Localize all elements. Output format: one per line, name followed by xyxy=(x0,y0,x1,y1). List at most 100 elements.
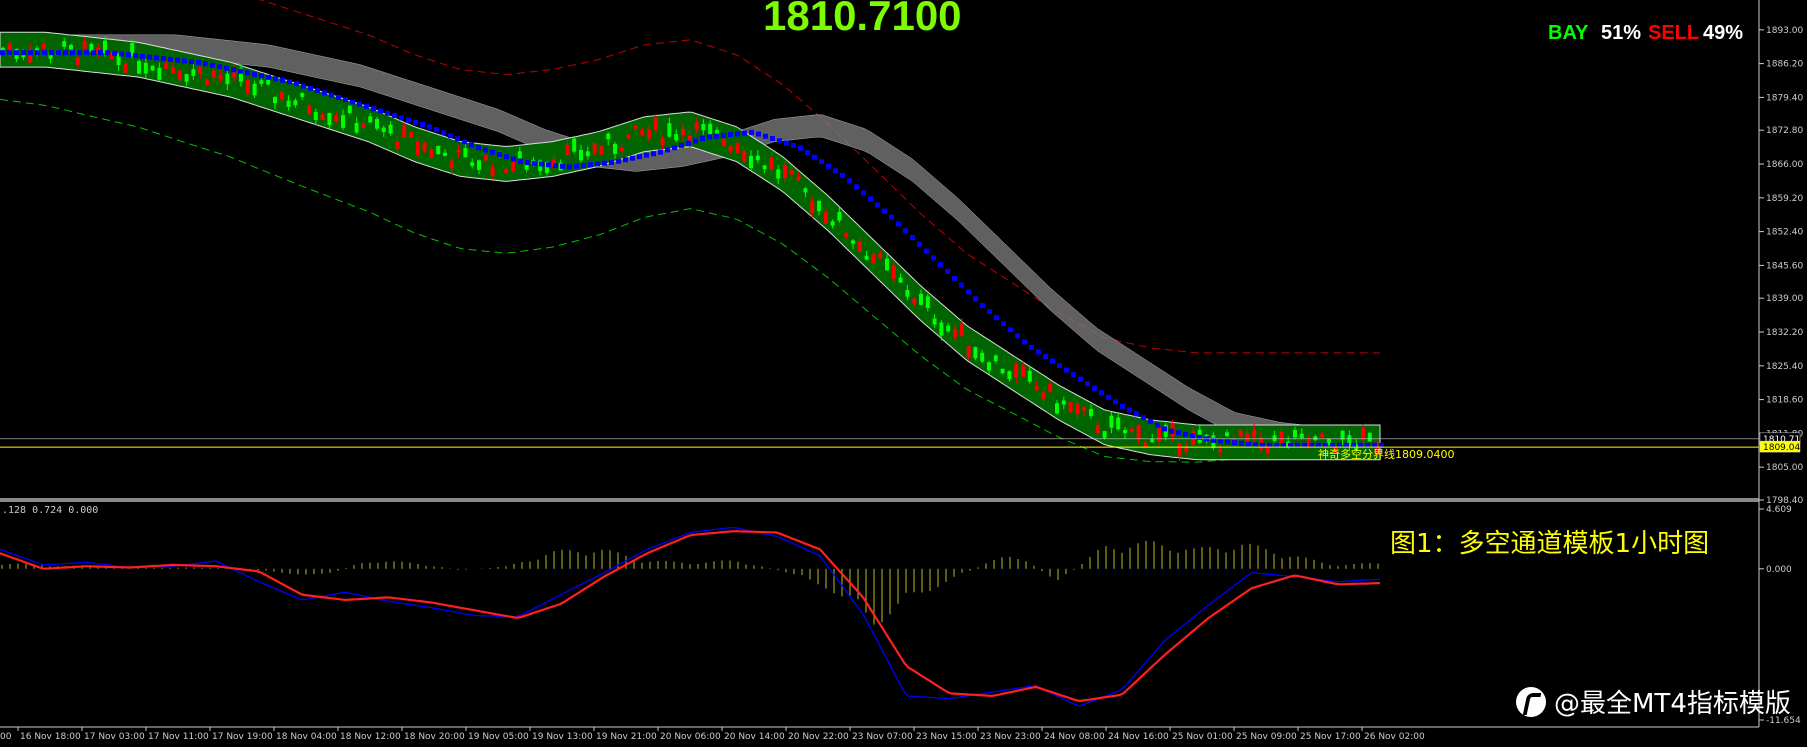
candle-body xyxy=(415,141,420,156)
trend-step-marker xyxy=(560,163,565,169)
trend-step-marker xyxy=(154,55,159,61)
trend-step-marker xyxy=(1148,418,1153,424)
trend-step-marker xyxy=(112,50,117,56)
trend-step-marker xyxy=(623,157,628,163)
trend-step-marker xyxy=(1071,372,1076,378)
trend-step-marker xyxy=(637,154,642,160)
trend-step-marker xyxy=(798,145,803,151)
trend-step-marker xyxy=(231,67,236,73)
candle-body xyxy=(150,65,155,71)
current-price-readout: 1810.7100 xyxy=(763,0,962,39)
trend-step-marker xyxy=(511,156,516,162)
trend-step-marker xyxy=(735,131,740,137)
candle-body xyxy=(62,41,67,47)
trend-step-marker xyxy=(413,119,418,125)
candle-body xyxy=(375,119,379,129)
trend-step-marker xyxy=(406,117,411,123)
candle-body xyxy=(905,290,910,297)
candle-body xyxy=(823,212,828,225)
candle-body xyxy=(381,127,386,133)
trend-step-marker xyxy=(1085,381,1090,387)
candle-body xyxy=(313,112,318,120)
candle-body xyxy=(327,112,332,126)
trend-step-marker xyxy=(567,164,572,170)
candle-body xyxy=(198,66,203,74)
candle-body xyxy=(184,74,189,82)
trend-step-marker xyxy=(532,160,537,166)
candle-body xyxy=(409,132,413,138)
candle-body xyxy=(844,232,849,238)
trend-step-marker xyxy=(756,131,761,137)
candle-body xyxy=(1048,384,1053,392)
trend-step-marker xyxy=(315,88,320,94)
candle-body xyxy=(1293,430,1297,438)
trend-step-marker xyxy=(609,159,614,165)
trend-step-marker xyxy=(504,154,509,160)
divider-line-label: 神奇多空分界线1809.0400 xyxy=(1318,448,1455,461)
candle-body xyxy=(817,200,821,212)
trend-step-marker xyxy=(266,74,271,80)
candle-body xyxy=(341,115,345,128)
candle-body xyxy=(647,129,651,139)
watermark-text: @最全MT4指标模版 xyxy=(1554,689,1791,719)
candle-body xyxy=(667,123,672,137)
trend-step-marker xyxy=(1246,441,1251,447)
candle-body xyxy=(919,293,923,305)
time-tick-label: 16 Nov 18:00 xyxy=(20,732,81,742)
red-signal-line xyxy=(0,530,1381,703)
trend-step-marker xyxy=(980,303,985,309)
trend-step-marker xyxy=(1022,339,1027,345)
candle-body xyxy=(851,240,855,244)
trend-step-marker xyxy=(777,138,782,144)
trend-step-marker xyxy=(889,214,894,220)
candle-body xyxy=(626,134,631,138)
trend-step-marker xyxy=(658,149,663,155)
candle-body xyxy=(987,362,991,371)
candle-body xyxy=(1014,363,1019,378)
candle-body xyxy=(674,134,679,141)
trend-step-marker xyxy=(1008,327,1013,333)
trend-step-marker xyxy=(469,142,474,148)
candle-body xyxy=(245,79,250,94)
candle-body xyxy=(361,123,366,128)
trend-step-marker xyxy=(1064,367,1069,373)
price-tick-label: 1879.40 xyxy=(1766,93,1803,103)
candle-body xyxy=(1150,439,1155,443)
trend-step-marker xyxy=(1127,407,1132,413)
candle-body xyxy=(755,155,760,161)
candle-body xyxy=(633,125,638,129)
trend-step-marker xyxy=(287,79,292,85)
candle-body xyxy=(177,70,182,81)
candle-body xyxy=(749,155,753,168)
candle-body xyxy=(993,355,998,362)
price-tick-label: 1825.40 xyxy=(1766,362,1803,372)
price-chart-svg[interactable]: 1893.00 1886.20 1879.40 1872.80 1866.00 1859.… xyxy=(0,0,1807,747)
time-tick-label: 18 Nov 12:00 xyxy=(340,732,401,742)
candle-body xyxy=(41,43,46,49)
candle-body xyxy=(1129,428,1134,432)
trend-step-marker xyxy=(826,163,831,169)
trend-step-marker xyxy=(644,152,649,158)
trend-step-marker xyxy=(1120,403,1125,409)
candle-body xyxy=(912,298,917,304)
candle-body xyxy=(864,255,869,260)
candle-body xyxy=(307,105,311,115)
candle-body xyxy=(483,154,488,161)
trend-step-marker xyxy=(994,315,999,321)
trend-step-marker xyxy=(840,172,845,178)
trend-step-marker xyxy=(294,81,299,87)
candle-body xyxy=(939,322,944,336)
candle-body xyxy=(1055,403,1059,414)
price-tick-label: 1845.60 xyxy=(1766,261,1803,271)
price-tick-label: 1818.60 xyxy=(1766,396,1803,406)
trend-step-marker xyxy=(420,122,425,128)
candle-body xyxy=(721,138,726,146)
trend-step-marker xyxy=(728,132,733,138)
trend-step-marker xyxy=(427,124,432,130)
time-tick-label: 23 Nov 15:00 xyxy=(916,732,977,742)
trend-step-marker xyxy=(630,155,635,161)
trend-step-marker xyxy=(455,136,460,142)
trend-step-marker xyxy=(476,145,481,151)
candle-body xyxy=(885,258,889,271)
trend-step-marker xyxy=(903,228,908,234)
